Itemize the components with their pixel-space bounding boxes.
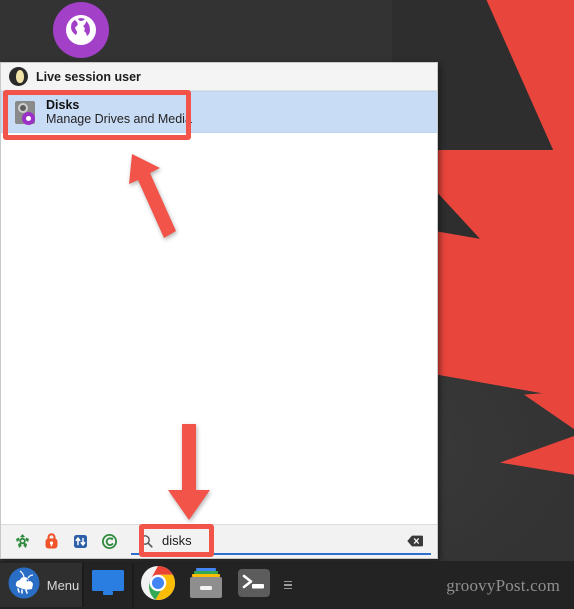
- disk-drive-icon: [13, 100, 37, 125]
- menu-result-item-disks[interactable]: Disks Manage Drives and Media: [1, 91, 437, 133]
- avatar-silhouette: [15, 70, 24, 83]
- terminal-launcher-button[interactable]: [230, 563, 278, 607]
- search-icon: [135, 530, 157, 552]
- taskbar-menu-label: Menu: [46, 577, 80, 593]
- file-manager-icon: [187, 566, 225, 605]
- user-avatar[interactable]: [9, 67, 28, 86]
- clear-backspace-icon[interactable]: [405, 531, 425, 551]
- globe-icon: [53, 2, 109, 58]
- chrome-launcher-button[interactable]: [134, 563, 182, 607]
- search-input[interactable]: [162, 533, 405, 548]
- session-user-label: Live session user: [36, 69, 141, 84]
- menu-result-title: Disks: [46, 97, 80, 112]
- menu-header: Live session user: [1, 63, 437, 91]
- lock-security-icon[interactable]: [42, 532, 61, 551]
- show-desktop-button[interactable]: [84, 563, 132, 607]
- menu-category-icons: [7, 532, 129, 551]
- favorites-icon[interactable]: [13, 532, 32, 551]
- vertical-dots-icon[interactable]: [278, 580, 298, 590]
- menu-result-subtitle: Manage Drives and Media: [46, 112, 192, 126]
- transfer-arrows-icon[interactable]: [71, 532, 90, 551]
- menu-footer-bar: [1, 524, 437, 558]
- menu-search-bar[interactable]: [131, 528, 431, 555]
- xfce-mouse-icon: [7, 566, 41, 605]
- search-results-list: Disks Manage Drives and Media: [1, 91, 437, 524]
- menu-result-text: Disks Manage Drives and Media: [46, 98, 192, 127]
- terminal-icon: [237, 568, 271, 603]
- disk-platter-shape: [18, 102, 28, 113]
- file-manager-button[interactable]: [182, 563, 230, 607]
- application-menu-window: Live session user Disks Manage Drives an…: [0, 62, 438, 559]
- session-refresh-icon[interactable]: [100, 532, 119, 551]
- desktop-icon-globe[interactable]: [53, 2, 109, 58]
- taskbar-menu-button[interactable]: Menu: [0, 563, 82, 607]
- disk-gear-badge-icon: [22, 111, 35, 125]
- screen: Live session user Disks Manage Drives an…: [0, 0, 574, 609]
- chrome-icon: [140, 565, 176, 606]
- show-desktop-icon: [91, 568, 125, 603]
- watermark: groovyPost.com: [446, 576, 560, 595]
